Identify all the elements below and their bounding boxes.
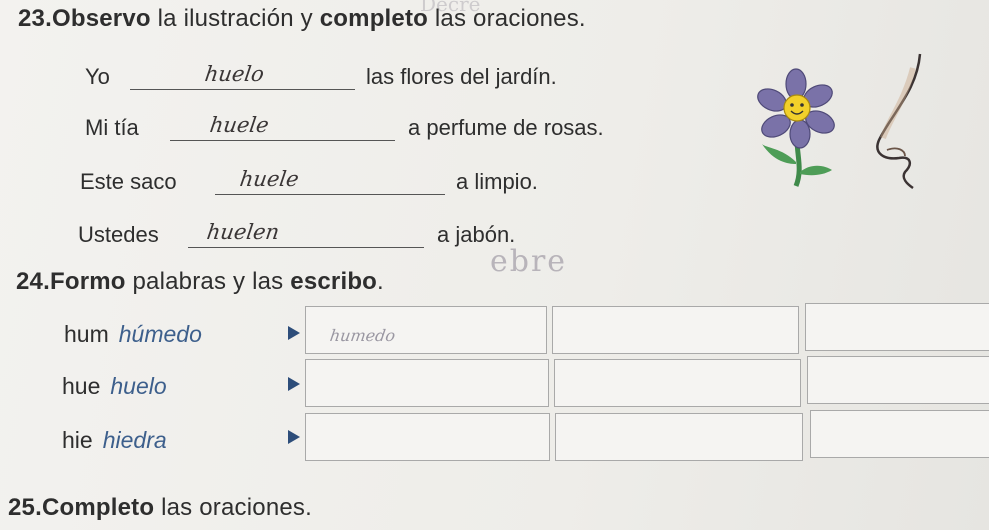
exercise-24-heading: 24.Formo palabras y las escribo. bbox=[16, 268, 384, 296]
handwritten-answer: huelo bbox=[203, 62, 266, 86]
sentence-suffix: a limpio. bbox=[456, 169, 538, 194]
flower-illustration bbox=[757, 68, 835, 187]
heading-bold-word-2: completo bbox=[319, 5, 429, 32]
word-row-label: hie hiedra bbox=[62, 427, 167, 454]
word-row-label: hue huelo bbox=[62, 373, 167, 400]
exercise-23-heading: 23.Observo la ilustración y completo las… bbox=[18, 5, 586, 33]
heading-text: palabras y las bbox=[125, 268, 291, 295]
answer-blank[interactable] bbox=[170, 116, 395, 141]
sentence-suffix: las flores del jardín. bbox=[366, 64, 557, 89]
sentence-suffix: a jabón. bbox=[437, 222, 516, 247]
sentence-suffix: a perfume de rosas. bbox=[408, 115, 604, 140]
heading-text-end: las oraciones. bbox=[428, 5, 586, 32]
exercise-number: 25. bbox=[8, 494, 42, 521]
answer-box[interactable] bbox=[807, 356, 989, 404]
answer-box[interactable] bbox=[305, 413, 550, 461]
answer-box[interactable] bbox=[305, 359, 549, 407]
heading-bold-word: Formo bbox=[49, 268, 126, 295]
nose-illustration bbox=[876, 53, 922, 190]
answer-box[interactable] bbox=[810, 410, 989, 458]
sentence-prefix: Yo bbox=[85, 64, 110, 89]
handwritten-answer: huelen bbox=[205, 220, 281, 244]
faint-mark-side: ebre bbox=[490, 244, 568, 279]
answer-box[interactable] bbox=[805, 303, 989, 351]
syllable: hum bbox=[64, 321, 109, 347]
heading-text-end: . bbox=[377, 268, 384, 295]
answer-box[interactable] bbox=[552, 306, 799, 354]
syllable: hue bbox=[62, 373, 101, 399]
exercise-number: 23. bbox=[18, 5, 52, 32]
heading-text-end: las oraciones. bbox=[154, 494, 312, 521]
handwritten-answer: huele bbox=[208, 113, 271, 137]
answer-box[interactable] bbox=[554, 359, 801, 407]
example-word: huelo bbox=[110, 373, 167, 399]
heading-bold-word: Completo bbox=[41, 494, 155, 521]
word-row-label: hum húmedo bbox=[64, 321, 202, 348]
handwritten-answer: humedo bbox=[328, 326, 397, 345]
exercise-number: 24. bbox=[16, 268, 50, 295]
heading-bold-word-2: escribo bbox=[290, 268, 378, 295]
heading-bold-word: Observo bbox=[51, 5, 151, 32]
sentence-prefix: Este saco bbox=[80, 169, 177, 194]
sentence-prefix: Ustedes bbox=[78, 222, 159, 247]
answer-box[interactable] bbox=[555, 413, 803, 461]
heading-text: la ilustración y bbox=[150, 5, 320, 32]
worksheet-page: Decre ebre 23.Observo la ilustración y c… bbox=[0, 0, 989, 530]
exercise-25-heading: 25.Completo las oraciones. bbox=[8, 494, 312, 522]
example-word: hiedra bbox=[102, 427, 167, 453]
example-word: húmedo bbox=[118, 321, 202, 347]
handwritten-answer: huele bbox=[238, 167, 301, 191]
arrow-right-icon bbox=[288, 377, 300, 391]
arrow-right-icon bbox=[288, 326, 300, 340]
sentence-prefix: Mi tía bbox=[85, 115, 139, 140]
syllable: hie bbox=[62, 427, 93, 453]
arrow-right-icon bbox=[288, 430, 300, 444]
